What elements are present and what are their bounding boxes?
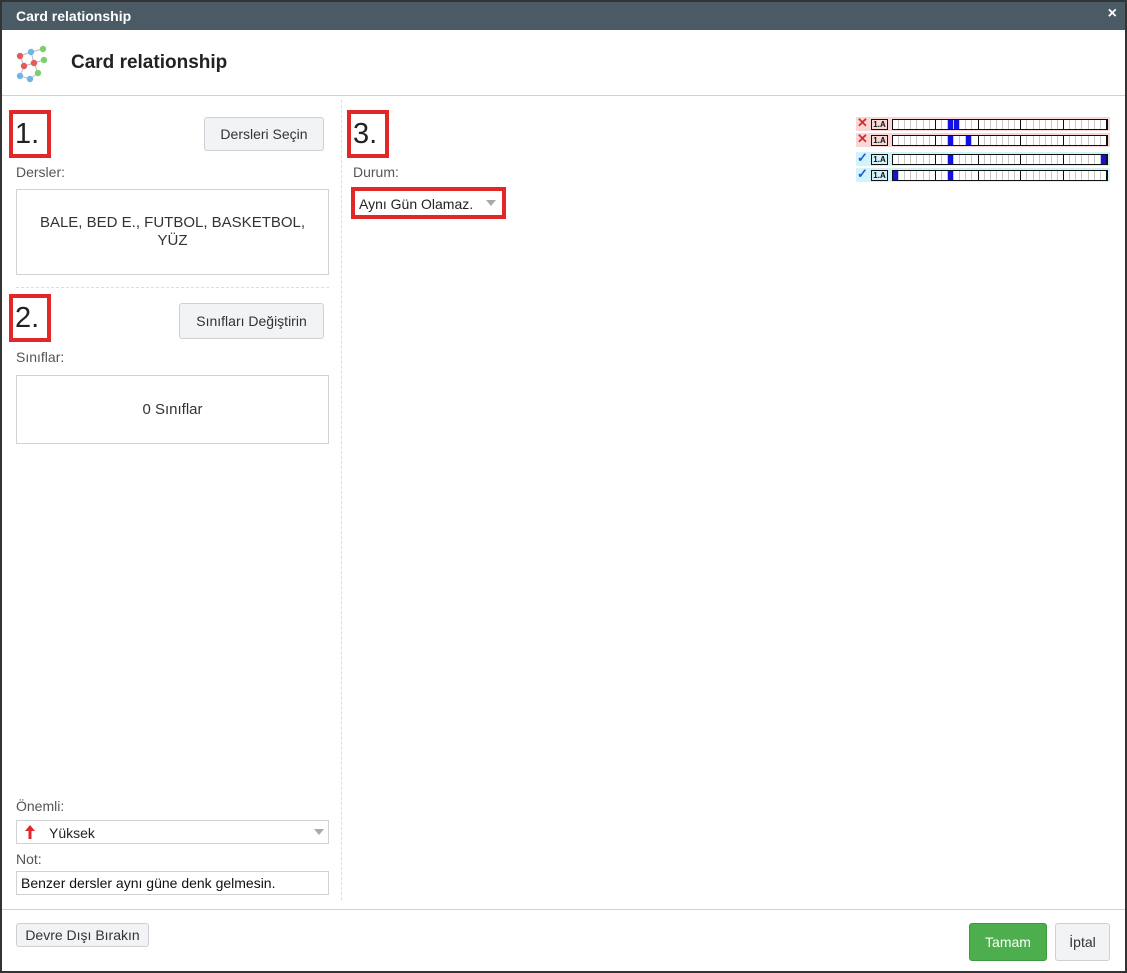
timetable-strip xyxy=(892,135,1108,146)
card-relationship-dialog: Card relationship × Card relationship 1.… xyxy=(0,0,1127,973)
status-label: Durum: xyxy=(353,164,399,180)
timetable-strip xyxy=(892,119,1108,130)
step-3-marker: 3. xyxy=(347,110,389,158)
legend-row-valid: ✓ 1.A xyxy=(856,150,1110,166)
timetable-cell xyxy=(1101,136,1107,145)
timetable-cell xyxy=(1101,171,1107,180)
red-up-arrow-icon xyxy=(25,825,35,839)
step-2-marker: 2. xyxy=(9,294,51,342)
window-title: Card relationship xyxy=(16,8,132,24)
legend-row-invalid: ✕ 1.A xyxy=(856,131,1110,147)
change-classes-button[interactable]: Sınıfları Değiştirin xyxy=(179,303,324,339)
note-input[interactable]: Benzer dersler aynı güne denk gelmesin. xyxy=(16,871,329,895)
class-tag: 1.A xyxy=(871,119,888,130)
title-bar: Card relationship × xyxy=(2,2,1125,30)
legend-row-invalid: ✕ 1.A xyxy=(856,115,1110,131)
cross-icon: ✕ xyxy=(857,115,868,130)
status-select-value: Aynı Gün Olamaz. xyxy=(359,196,474,212)
cross-icon: ✕ xyxy=(857,131,868,146)
lessons-box[interactable]: BALE, BED E., FUTBOL, BASKETBOL, YÜZ xyxy=(16,189,329,275)
note-label: Not: xyxy=(16,851,42,867)
select-lessons-button[interactable]: Dersleri Seçin xyxy=(204,117,324,151)
dialog-footer xyxy=(2,909,1125,910)
dialog-header: Card relationship xyxy=(2,30,1125,96)
timetable-strip xyxy=(892,154,1108,165)
legend-row-valid: ✓ 1.A xyxy=(856,166,1110,182)
header-title: Card relationship xyxy=(71,52,228,73)
importance-select[interactable]: Yüksek xyxy=(16,820,329,844)
class-tag: 1.A xyxy=(871,170,888,181)
timetable-cell xyxy=(1100,155,1107,164)
class-tag: 1.A xyxy=(871,135,888,146)
close-icon[interactable]: × xyxy=(1108,5,1117,23)
importance-label: Önemli: xyxy=(16,798,65,814)
ok-button[interactable]: Tamam xyxy=(969,923,1047,961)
status-select[interactable]: Aynı Gün Olamaz. xyxy=(351,187,506,219)
step-1-marker: 1. xyxy=(9,110,51,158)
timetable-cell xyxy=(1101,120,1107,129)
lessons-label: Dersler: xyxy=(16,164,66,180)
check-icon: ✓ xyxy=(857,150,868,165)
classes-label: Sınıflar: xyxy=(16,349,65,365)
column-divider xyxy=(341,100,342,900)
chevron-down-icon xyxy=(486,200,496,206)
class-tag: 1.A xyxy=(871,154,888,165)
classes-box[interactable]: 0 Sınıflar xyxy=(16,375,329,444)
check-icon: ✓ xyxy=(857,166,868,181)
disable-button[interactable]: Devre Dışı Bırakın xyxy=(16,923,149,947)
network-graph-icon xyxy=(16,45,48,83)
timetable-strip xyxy=(892,170,1108,181)
cancel-button[interactable]: İptal xyxy=(1055,923,1110,961)
chevron-down-icon xyxy=(314,829,324,835)
importance-value: Yüksek xyxy=(49,825,95,841)
section-separator xyxy=(16,287,329,288)
constraint-legend: ✕ 1.A ✕ 1.A ✓ 1.A ✓ 1.A xyxy=(856,115,1110,183)
